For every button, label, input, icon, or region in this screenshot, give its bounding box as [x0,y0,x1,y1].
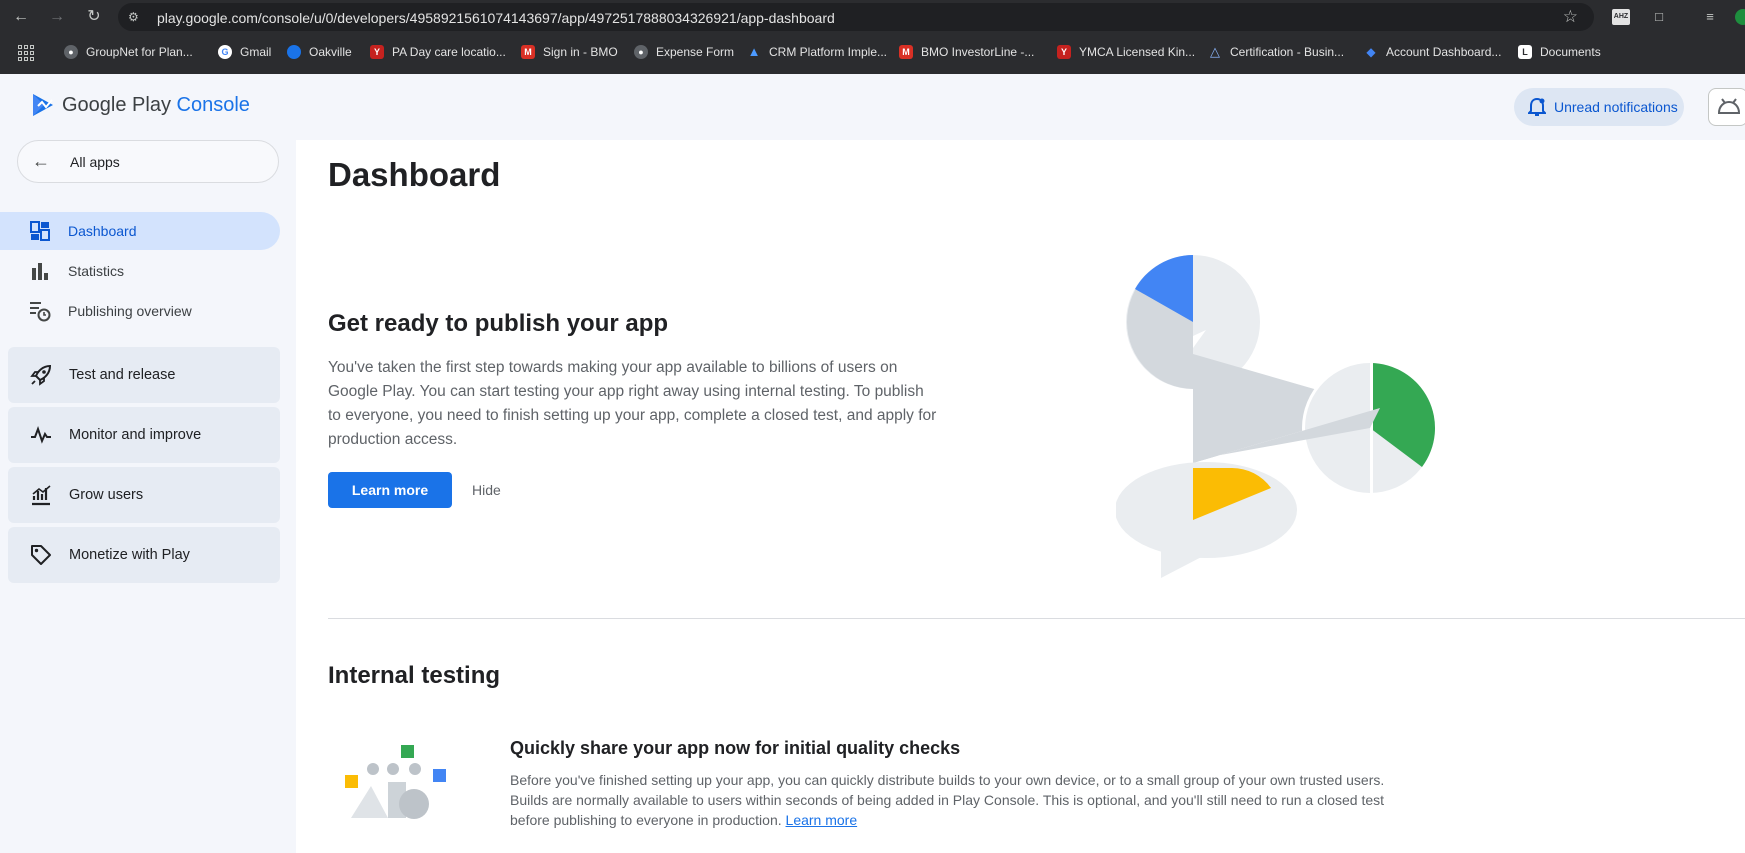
back-arrow-icon: ← [32,151,50,171]
growth-icon [29,483,53,507]
bookmark-star-icon[interactable]: ☆ [1563,7,1578,27]
url-text[interactable]: play.google.com/console/u/0/developers/4… [157,10,835,26]
address-bar[interactable]: ⚙ play.google.com/console/u/0/developers… [118,3,1594,31]
sidebar-group-grow-users[interactable]: Grow users [8,467,280,523]
main-content: Dashboard Get ready to publish your app … [296,140,1745,853]
publish-illustration [1116,255,1438,578]
android-app-button[interactable] [1708,88,1745,126]
google-icon: G [218,45,232,59]
bookmark-item[interactable]: Y PA Day care locatio... [370,45,506,59]
back-icon[interactable]: ← [11,7,31,27]
atlassian-icon: ▲ [747,44,761,59]
tag-icon [29,543,53,567]
profile-avatar[interactable] [1735,9,1745,25]
hero-title: Get ready to publish your app [328,310,669,337]
unread-notifications-button[interactable]: Unread notifications [1514,88,1684,126]
address-row: ← → ↻ ⚙ play.google.com/console/u/0/deve… [0,0,1745,34]
bookmark-item[interactable]: ● GroupNet for Plan... [64,45,193,59]
docs-icon: L [1518,45,1532,59]
section-divider [328,618,1745,619]
sidebar-item-publishing-overview[interactable]: Publishing overview [0,292,280,330]
sidebar-item-dashboard[interactable]: Dashboard [0,212,280,250]
apps-grid-icon[interactable] [18,45,34,61]
hide-button[interactable]: Hide [472,472,501,508]
sidebar-group-monetize-with-play[interactable]: Monetize with Play [8,527,280,583]
bookmarks-bar: ● GroupNet for Plan... G Gmail Oakville YP… [0,40,1745,68]
internal-testing-card-title: Quickly share your app now for initial q… [510,738,961,758]
bookmark-item[interactable]: M Sign in - BMO [521,45,618,59]
publishing-clock-icon [29,300,51,322]
extensions-puzzle-icon[interactable]: □ [1649,7,1669,27]
bookmark-item[interactable]: ◆ Account Dashboard... [1364,45,1501,59]
all-apps-button[interactable]: ← All apps [17,140,279,183]
bar-chart-icon [29,260,51,282]
hero-description: You've taken the first step towards maki… [328,359,937,448]
internal-testing-card-body: Before you've finished setting up your a… [510,772,1385,828]
google-play-console-logo[interactable]: Google Play Console [30,92,250,118]
logo-text: Google Play Console [62,93,250,116]
cert-icon: △ [1210,44,1220,59]
bmo-icon: M [899,45,913,59]
globe-icon: ● [634,45,648,59]
bookmark-item[interactable]: Y YMCA Licensed Kin... [1057,45,1195,59]
internal-testing-title: Internal testing [328,662,501,689]
vitals-icon [29,423,53,447]
internal-testing-learn-more-link[interactable]: Learn more [786,812,858,828]
bookmark-item[interactable]: ● Expense Form [634,45,734,59]
bookmark-item[interactable]: G Gmail [218,45,271,59]
globe-icon: ● [64,45,78,59]
page-title: Dashboard [328,156,501,193]
play-console-logo-icon [33,94,53,116]
ymca-icon: Y [370,45,384,59]
browser-chrome: ← → ↻ ⚙ play.google.com/console/u/0/deve… [0,0,1745,74]
media-controls-icon[interactable]: ≡ [1700,7,1720,27]
bookmark-item[interactable]: △ Certification - Busin... [1208,44,1344,60]
app-header: Google Play Console Unread notifications [0,74,1745,140]
cloud-icon [287,45,301,59]
sidebar-group-monitor-and-improve[interactable]: Monitor and improve [8,407,280,463]
rocket-icon [29,363,53,387]
forward-icon[interactable]: → [47,7,67,27]
bookmark-item[interactable]: ▲ CRM Platform Imple... [747,44,887,60]
bmo-icon: M [521,45,535,59]
site-info-icon[interactable]: ⚙ [128,10,142,24]
sidebar: ← All apps Dashboard Statistics Publishi… [0,140,296,853]
reload-icon[interactable]: ↻ [84,7,104,27]
extension-icon[interactable]: AHZ [1612,9,1630,25]
sidebar-group-test-and-release[interactable]: Test and release [8,347,280,403]
bookmark-item[interactable]: M BMO InvestorLine -... [899,45,1034,59]
bookmark-item[interactable]: L Documents [1518,45,1601,59]
learn-more-button[interactable]: Learn more [328,472,452,508]
dashboard-icon [29,220,51,242]
android-icon [1717,98,1741,114]
internal-testing-illustration [345,745,446,819]
bookmark-item[interactable]: Oakville [287,45,352,59]
notification-bell-icon [1528,97,1546,116]
ymca-icon: Y [1057,45,1071,59]
sidebar-item-statistics[interactable]: Statistics [0,252,280,290]
dashboard-icon: ◆ [1366,45,1376,59]
